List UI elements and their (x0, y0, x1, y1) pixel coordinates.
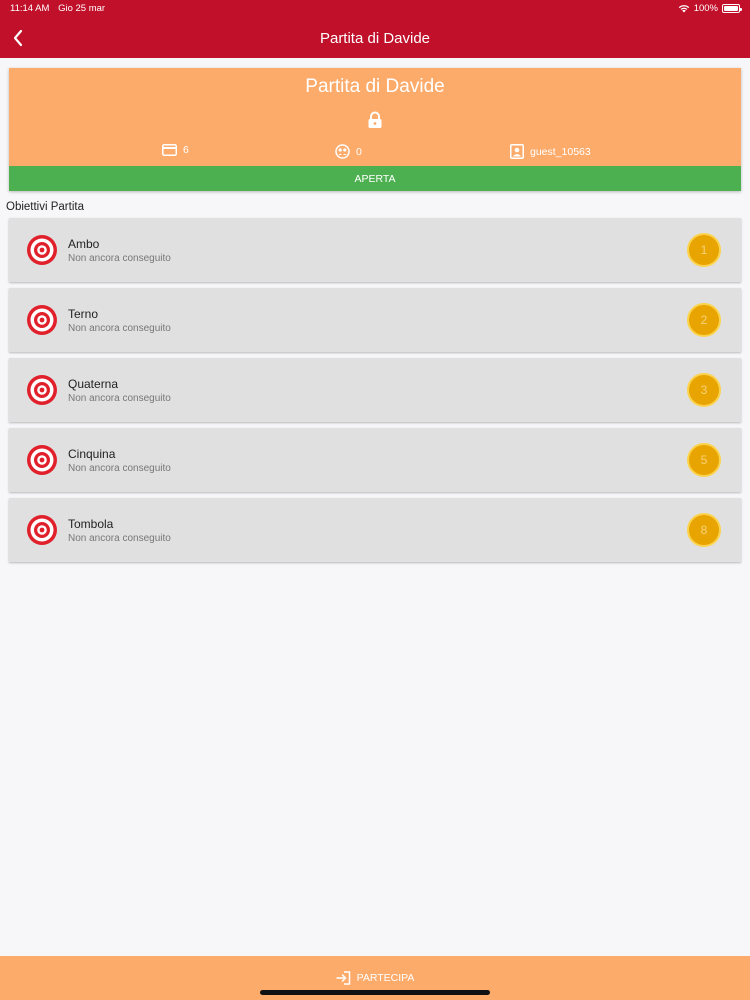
lock-icon (368, 111, 382, 128)
game-summary-card: Partita di Davide 6 0 guest_10563 APERTA (9, 68, 741, 191)
objective-points-badge: 8 (687, 513, 721, 547)
owner-name: guest_10563 (530, 145, 591, 158)
user-badge-icon (510, 144, 524, 159)
objective-name: Terno (68, 307, 99, 321)
objective-name: Ambo (68, 237, 100, 251)
battery-percent: 100% (693, 3, 718, 14)
objectives-section-title: Obiettivi Partita (6, 201, 84, 213)
battery-icon (722, 4, 742, 13)
card-icon (162, 144, 177, 156)
wifi-icon (678, 5, 689, 13)
objective-points-badge: 3 (687, 373, 721, 407)
join-button-label: PARTECIPA (356, 972, 415, 984)
objective-name: Quaterna (68, 377, 119, 391)
objective-points-badge: 2 (687, 303, 721, 337)
players-count-stat: 0 (335, 144, 362, 159)
objective-status: Non ancora conseguito (68, 533, 171, 544)
game-name: Partita di Davide (305, 76, 445, 97)
objective-status: Non ancora conseguito (68, 463, 171, 474)
objective-item-terno[interactable]: Terno Non ancora conseguito 2 (9, 288, 741, 352)
cards-count-stat: 6 (162, 144, 189, 156)
objective-item-ambo[interactable]: Ambo Non ancora conseguito 1 (9, 218, 741, 282)
objective-item-cinquina[interactable]: Cinquina Non ancora conseguito 5 (9, 428, 741, 492)
status-date: Gio 25 mar (58, 3, 106, 14)
objective-name: Cinquina (68, 447, 116, 461)
navigation-bar: 11:14 AM Gio 25 mar 100% Partita di Davi… (0, 0, 750, 58)
owner-stat: guest_10563 (510, 144, 591, 159)
target-icon (27, 305, 57, 335)
players-count: 0 (356, 145, 362, 158)
status-time: 11:14 AM (10, 3, 50, 14)
game-state-bar: APERTA (9, 166, 741, 191)
target-icon (27, 235, 57, 265)
objective-status: Non ancora conseguito (68, 393, 171, 404)
status-bar-left: 11:14 AM Gio 25 mar (10, 3, 111, 14)
target-icon (27, 515, 57, 545)
page-title: Partita di Davide (319, 30, 431, 47)
objective-item-tombola[interactable]: Tombola Non ancora conseguito 8 (9, 498, 741, 562)
objective-status: Non ancora conseguito (68, 253, 171, 264)
target-icon (27, 375, 57, 405)
objective-item-quaterna[interactable]: Quaterna Non ancora conseguito 3 (9, 358, 741, 422)
cards-count: 6 (183, 144, 189, 156)
status-bar-right: 100% (678, 3, 742, 14)
objective-points-badge: 5 (687, 443, 721, 477)
target-icon (27, 445, 57, 475)
login-icon (335, 971, 350, 985)
objective-points-badge: 1 (687, 233, 721, 267)
players-icon (335, 144, 350, 159)
objective-name: Tombola (68, 517, 114, 531)
objective-status: Non ancora conseguito (68, 323, 171, 334)
home-indicator (260, 990, 490, 995)
